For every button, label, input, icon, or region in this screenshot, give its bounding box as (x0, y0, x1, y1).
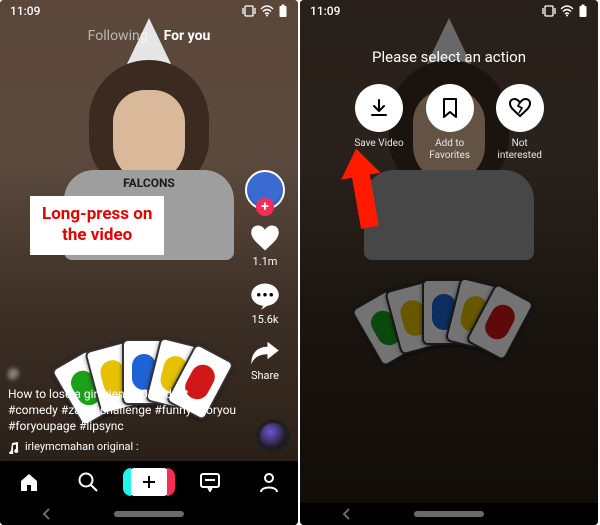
feed-tabs: Following For you (88, 28, 211, 44)
bookmark-icon (441, 97, 459, 119)
dim-overlay (300, 0, 598, 525)
author-handle[interactable]: @ (8, 365, 238, 381)
right-rail: + 1.1m 15.6k Share (238, 170, 292, 382)
follow-plus-icon[interactable]: + (256, 198, 274, 216)
android-nav (300, 503, 598, 525)
music-note-icon (8, 442, 19, 454)
home-icon (18, 471, 40, 493)
inbox-icon (199, 472, 221, 492)
home-pill[interactable] (414, 511, 484, 517)
right-screenshot: 11:09 Please select an action Save Video… (300, 0, 598, 525)
action-sheet-title: Please select an action (300, 48, 598, 66)
author-avatar[interactable]: + (245, 170, 285, 210)
status-time: 11:09 (310, 4, 340, 18)
left-screenshot: FALCONS 11:09 Following For you Long-pre… (0, 0, 298, 525)
like-count: 1.1m (253, 255, 278, 268)
download-icon (368, 97, 390, 119)
sound-name: irleymcmahan original : (25, 440, 139, 455)
back-icon[interactable] (340, 507, 354, 521)
battery-icon (578, 4, 588, 18)
action-label: Notinterested (497, 138, 542, 162)
vibrate-icon (242, 5, 256, 17)
nav-create[interactable] (127, 468, 171, 496)
comment-count: 15.6k (251, 313, 278, 326)
share-icon (250, 340, 280, 366)
spinning-record[interactable] (256, 419, 290, 453)
home-pill[interactable] (114, 511, 184, 517)
nav-home[interactable] (9, 462, 49, 502)
caption-area: @ How to lose a girlfriend 101 #duet #co… (8, 365, 238, 455)
comment-button[interactable]: 15.6k (250, 282, 280, 326)
instruction-callout: Long-press on the video (30, 196, 164, 255)
bottom-nav (0, 461, 298, 503)
wifi-icon (260, 5, 274, 17)
back-icon[interactable] (40, 507, 54, 521)
action-label: Add toFavorites (429, 138, 470, 162)
not-interested-button[interactable]: Notinterested (496, 84, 544, 162)
tab-for-you[interactable]: For you (164, 28, 211, 44)
heart-icon (250, 224, 280, 252)
status-bar: 11:09 (0, 0, 298, 22)
like-button[interactable]: 1.1m (250, 224, 280, 268)
search-icon (77, 471, 99, 493)
nav-discover[interactable] (68, 462, 108, 502)
shirt-text: FALCONS (123, 176, 175, 190)
vibrate-icon (542, 5, 556, 17)
status-time: 11:09 (10, 4, 40, 18)
android-nav (0, 503, 298, 525)
video-description[interactable]: How to lose a girlfriend 101 #duet #come… (8, 386, 238, 435)
nav-profile[interactable] (249, 462, 289, 502)
share-label: Share (251, 369, 279, 382)
plus-icon (141, 474, 157, 490)
sound-row[interactable]: irleymcmahan original : (8, 440, 238, 455)
battery-icon (278, 4, 288, 18)
tab-following[interactable]: Following (88, 28, 148, 44)
comment-icon (250, 282, 280, 310)
callout-line: Long-press on (42, 204, 152, 225)
share-button[interactable]: Share (250, 340, 280, 382)
status-bar: 11:09 (300, 0, 598, 22)
person-icon (258, 471, 280, 493)
broken-heart-icon (509, 98, 531, 118)
callout-line: the video (42, 225, 152, 246)
add-to-favorites-button[interactable]: Add toFavorites (426, 84, 474, 162)
video-frame[interactable] (300, 0, 598, 525)
wifi-icon (560, 5, 574, 17)
nav-inbox[interactable] (190, 462, 230, 502)
